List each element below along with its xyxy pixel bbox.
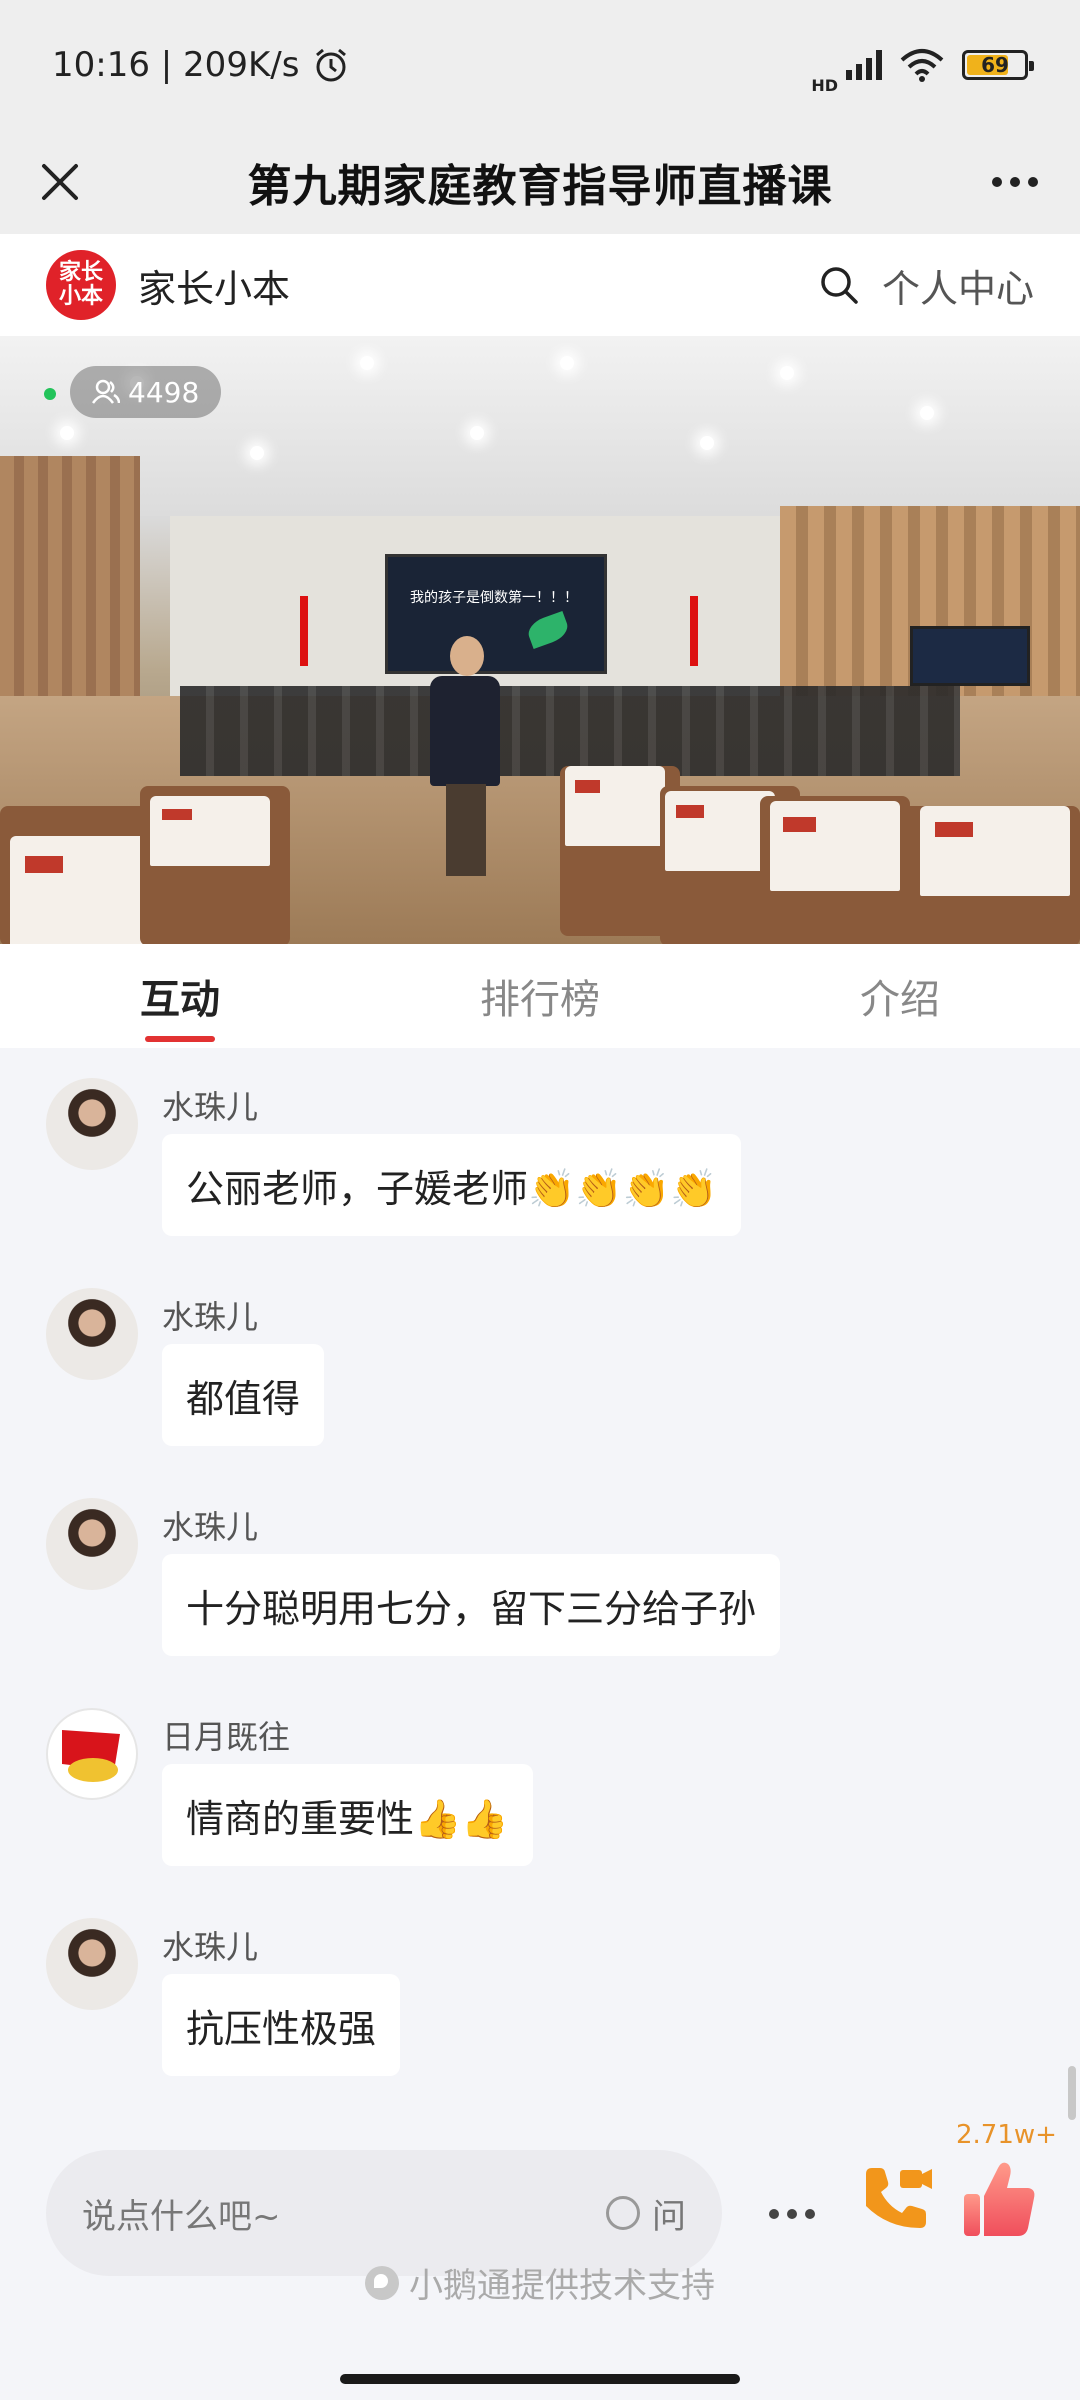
title-bar: 第九期家庭教育指导师直播课 [0,130,1080,234]
comment-placeholder: 说点什么吧~ [82,2196,281,2237]
viewers-icon [92,379,120,404]
brand-name[interactable]: 家长小本 [138,258,290,313]
status-bar: 10:16 | 209K/s HD 69 [0,0,1080,130]
avatar[interactable] [46,1708,138,1800]
more-dot-icon [992,177,1002,187]
ask-label: 问 [652,2196,686,2237]
more-options-button[interactable] [980,152,1050,212]
tab-interaction[interactable]: 互动 [0,944,360,1048]
brand-bar: 家长小本 家长小本 个人中心 [0,234,1080,336]
search-icon[interactable] [818,264,860,306]
status-right: HD 69 [811,36,1034,95]
side-screen [910,626,1030,686]
stage-screen-text: 我的孩子是倒数第一！！！ [410,590,578,606]
tab-bar: 互动 排行榜 介绍 [0,944,1080,1048]
page-title: 第九期家庭教育指导师直播课 [247,161,833,212]
avatar[interactable] [46,1288,138,1380]
battery-level: 69 [981,53,1009,77]
tech-support-footer: 小鹅通提供技术支持 [0,2258,1080,2307]
radio-circle-icon [606,2196,640,2230]
message-bubble: 公丽老师，子媛老师👏👏👏👏 [162,1134,742,1236]
brand-actions: 个人中心 [818,258,1034,313]
status-left: 10:16 | 209K/s [52,45,351,85]
chat-scrollbar[interactable] [1068,2066,1076,2120]
flag-right [690,596,698,666]
ask-toggle[interactable]: 问 [606,2189,686,2238]
video-call-icon[interactable] [858,2160,934,2236]
avatar[interactable] [46,1498,138,1590]
video-ceiling [0,336,1080,516]
live-video-player[interactable]: 我的孩子是倒数第一！！！ 4498 [0,336,1080,944]
wifi-icon [900,49,944,82]
xiaoe-logo-icon [365,2265,399,2300]
message-bubble: 都值得 [162,1344,325,1446]
bottom-bar: 说点什么吧~ 问 2.71w+ 小鹅通提供技术支持 [0,2120,1080,2400]
battery-icon: 69 [962,50,1034,80]
home-indicator[interactable] [340,2374,740,2384]
message-bubble: 抗压性极强 [162,1974,401,2076]
message-username: 水珠儿 [162,1928,259,1966]
viewer-count-badge: 4498 [70,366,222,418]
message-bubble: 情商的重要性👍👍 [162,1764,533,1866]
signal-icon [846,50,882,80]
message-username: 水珠儿 [162,1508,259,1546]
brand-logo[interactable]: 家长小本 [46,250,116,320]
flag-left [300,596,308,666]
close-button[interactable] [30,152,90,212]
video-back-seats [180,686,960,776]
like-count: 2.71w+ [956,2120,1057,2150]
thumbs-up-icon[interactable] [962,2156,1038,2240]
tab-ranking[interactable]: 排行榜 [360,944,720,1048]
chat-list[interactable]: 水珠儿 公丽老师，子媛老师👏👏👏👏 水珠儿 都值得 水珠儿 十分聪明用七分，留下… [0,1048,1080,2120]
more-actions-button[interactable] [762,2186,822,2242]
tab-intro[interactable]: 介绍 [720,944,1080,1048]
message-bubble: 十分聪明用七分，留下三分给子孙 [162,1554,781,1656]
support-text: 小鹅通提供技术支持 [409,2266,715,2306]
speaker-figure [430,636,500,886]
avatar[interactable] [46,1078,138,1170]
status-time: 10:16 | 209K/s [52,45,300,85]
personal-center-link[interactable]: 个人中心 [882,258,1034,313]
live-indicator-icon [44,388,56,400]
viewer-count: 4498 [128,375,200,409]
alarm-icon [316,48,347,82]
message-username: 水珠儿 [162,1088,259,1126]
network-label: HD [811,75,838,95]
message-username: 日月既往 [162,1718,291,1756]
message-username: 水珠儿 [162,1298,259,1336]
avatar[interactable] [46,1918,138,2010]
close-icon [42,164,78,200]
more-dot-icon [769,2209,779,2219]
